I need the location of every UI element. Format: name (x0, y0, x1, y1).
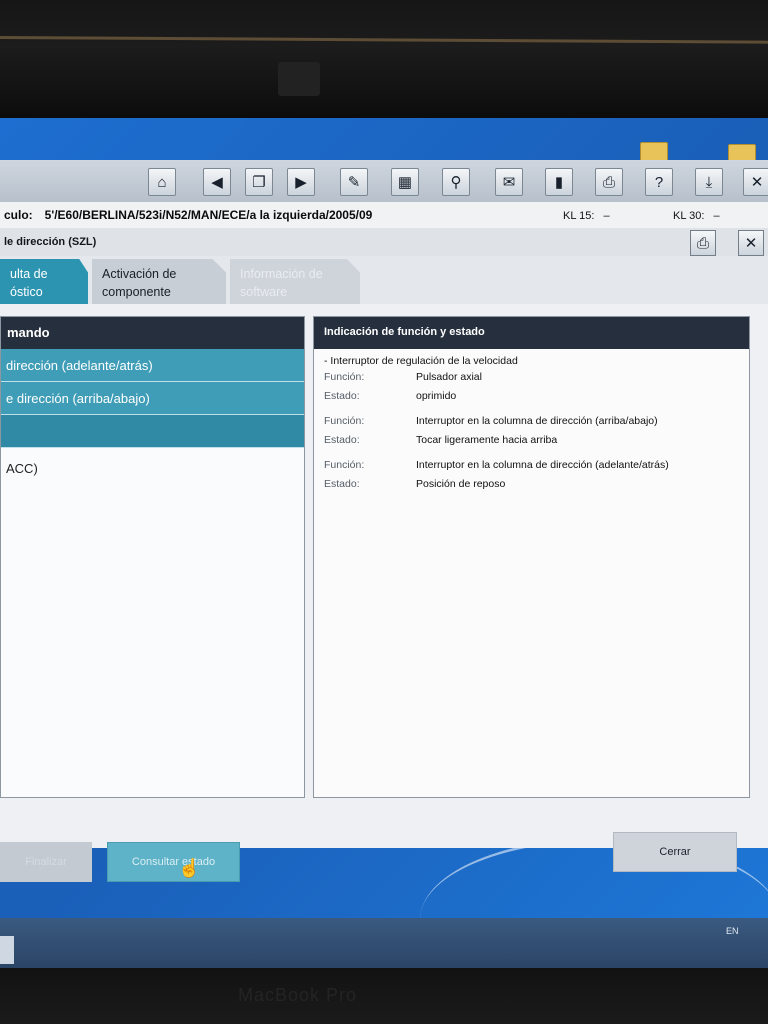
section-title: - Interruptor de regulación de la veloci… (324, 355, 518, 367)
download-icon[interactable]: ⤓ (695, 168, 723, 196)
kl30-value: – (713, 210, 720, 222)
list-item[interactable] (1, 415, 304, 448)
taskbar (0, 918, 768, 968)
vehicle-info: culo: 5'/E60/BERLINA/523i/N52/MAN/ECE/a l… (4, 208, 372, 222)
copy-icon[interactable]: ❐ (245, 168, 273, 196)
kl30-status: KL 30: – (673, 210, 720, 222)
estado-row: Estado: Posición de reposo (314, 474, 749, 493)
laptop-bezel-bottom: MacBook Pro (0, 968, 768, 1024)
function-status-header: Indicación de función y estado (314, 317, 749, 349)
diagnostics-icon[interactable]: ▦ (391, 168, 419, 196)
module-title: le dirección (SZL) (4, 236, 97, 248)
kl15-status: KL 15: – (563, 210, 610, 222)
funcion-row: Función: Interruptor en la columna de dir… (314, 411, 749, 430)
estado-label: Estado: (324, 433, 360, 446)
app-window: ⌂ ◀ ❐ ▶ ✎ ▦ ⚲ ✉ ▮ ⎙ ? ⤓ ✕ culo: 5'/E60/BE… (0, 160, 768, 882)
tab-informacion-software[interactable]: Información de software (230, 259, 360, 304)
funcion-value: Interruptor en la columna de dirección (… (416, 458, 669, 471)
estado-label: Estado: (324, 477, 360, 490)
wrench-icon[interactable]: ✎ (340, 168, 368, 196)
funcion-value: Pulsador axial (416, 370, 482, 383)
vehicle-info-bar: culo: 5'/E60/BERLINA/523i/N52/MAN/ECE/a l… (0, 202, 768, 229)
cerrar-button[interactable]: Cerrar (613, 832, 737, 872)
estado-row: Estado: oprimido (314, 386, 749, 405)
screen: ⌂ ◀ ❐ ▶ ✎ ▦ ⚲ ✉ ▮ ⎙ ? ⤓ ✕ culo: 5'/E60/BE… (0, 118, 768, 968)
estado-value: Tocar ligeramente hacia arriba (416, 433, 558, 446)
function-status-panel: Indicación de función y estado - Interru… (313, 316, 750, 798)
module-close-button[interactable]: ✕ (738, 230, 764, 256)
list-item[interactable]: e dirección (arriba/abajo) (1, 382, 304, 415)
finalizar-button[interactable]: Finalizar (0, 842, 92, 882)
tab-diagnostico[interactable]: ulta de óstico (0, 259, 88, 304)
funcion-label: Función: (324, 370, 365, 383)
help-icon[interactable]: ? (645, 168, 673, 196)
kl30-label: KL 30: (673, 210, 705, 222)
battery-icon[interactable]: ▮ (545, 168, 573, 196)
funcion-label: Función: (324, 414, 365, 427)
kl15-label: KL 15: (563, 210, 595, 222)
estado-value: oprimido (416, 389, 457, 402)
print-icon[interactable]: ⎙ (690, 230, 716, 256)
link-icon[interactable]: ⚲ (442, 168, 470, 196)
bezel-seam (0, 36, 768, 44)
close-icon[interactable]: ✕ (743, 168, 768, 196)
laptop-brand: MacBook Pro (238, 985, 358, 1005)
tab-strip: ulta de óstico Activación de componente … (0, 256, 768, 304)
content-area: mando dirección (adelante/atrás) e direc… (0, 304, 768, 848)
estado-row: Estado: Tocar ligeramente hacia arriba (314, 430, 749, 449)
funcion-row: Función: Pulsador axial (314, 367, 749, 386)
control-list-panel: mando dirección (adelante/atrás) e direc… (0, 316, 305, 798)
list-item[interactable]: ACC) (1, 452, 304, 485)
home-icon[interactable]: ⌂ (148, 168, 176, 196)
tab-activacion-componente[interactable]: Activación de componente (92, 259, 226, 304)
funcion-row: Función: Interruptor en la columna de dir… (314, 455, 749, 474)
language-indicator[interactable]: EN (726, 926, 739, 936)
laptop-bezel-top (0, 0, 768, 118)
consultar-estado-button[interactable]: Consultar estado (107, 842, 240, 882)
vehicle-value: 5'/E60/BERLINA/523i/N52/MAN/ECE/a la izq… (44, 208, 373, 222)
back-icon[interactable]: ◀ (203, 168, 231, 196)
forward-icon[interactable]: ▶ (287, 168, 315, 196)
control-list-header: mando (1, 317, 304, 349)
start-button[interactable] (0, 936, 14, 964)
funcion-label: Función: (324, 458, 365, 471)
hand-cursor-icon: ☝ (178, 858, 201, 878)
funcion-value: Interruptor en la columna de dirección (… (416, 414, 658, 427)
vehicle-label: culo: (4, 208, 33, 222)
webcam (278, 62, 320, 96)
main-toolbar: ⌂ ◀ ❐ ▶ ✎ ▦ ⚲ ✉ ▮ ⎙ ? ⤓ ✕ (0, 160, 768, 202)
estado-label: Estado: (324, 389, 360, 402)
kl15-value: – (603, 210, 610, 222)
mail-icon[interactable]: ✉ (495, 168, 523, 196)
print-icon[interactable]: ⎙ (595, 168, 623, 196)
module-title-bar: le dirección (SZL) ⎙ ✕ (0, 228, 768, 257)
list-item[interactable]: dirección (adelante/atrás) (1, 349, 304, 382)
estado-value: Posición de reposo (416, 477, 506, 490)
